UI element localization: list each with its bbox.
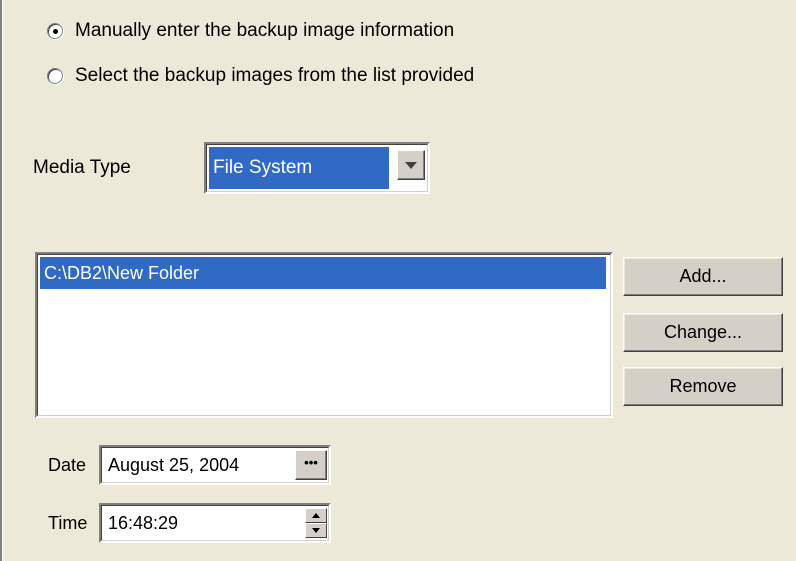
time-spinner[interactable] [305, 508, 327, 538]
time-field[interactable]: 16:48:29 [99, 503, 331, 543]
chevron-down-icon [405, 162, 417, 169]
arrow-down-icon [312, 528, 320, 533]
media-type-label: Media Type [33, 157, 131, 178]
date-picker-button[interactable]: ••• [295, 450, 327, 480]
spin-down-button[interactable] [305, 523, 327, 538]
backup-location-list-frame: C:\DB2\New Folder [37, 254, 611, 416]
spin-up-button[interactable] [305, 508, 327, 523]
radio-option-manual[interactable]: Manually enter the backup image informat… [47, 20, 454, 42]
time-value: 16:48:29 [108, 513, 179, 533]
add-button[interactable]: Add... [623, 257, 783, 296]
radio-option-list-label: Select the backup images from the list p… [75, 65, 475, 86]
radio-option-manual-label: Manually enter the backup image informat… [75, 20, 455, 41]
radio-selected-dot [53, 29, 58, 34]
media-type-selected-value: File System [209, 147, 389, 189]
time-label: Time [48, 513, 88, 533]
remove-button[interactable]: Remove [623, 367, 783, 406]
panel-left-border [0, 0, 3, 561]
date-field-frame: August 25, 2004 ••• [101, 447, 329, 483]
date-field[interactable]: August 25, 2004 ••• [99, 445, 331, 485]
time-field-frame: 16:48:29 [101, 505, 329, 541]
backup-location-list[interactable]: C:\DB2\New Folder [35, 252, 613, 418]
date-label: Date [48, 455, 87, 475]
radio-button-manual[interactable] [47, 23, 63, 39]
media-type-dropdown[interactable]: File System [204, 142, 430, 194]
dropdown-arrow-button[interactable] [397, 150, 425, 180]
date-value: August 25, 2004 [108, 455, 240, 475]
radio-option-list[interactable]: Select the backup images from the list p… [47, 65, 474, 87]
media-type-dropdown-frame: File System [206, 144, 428, 192]
ellipsis-icon: ••• [304, 455, 318, 470]
arrow-up-icon [312, 513, 320, 518]
change-button[interactable]: Change... [623, 313, 783, 352]
list-item[interactable]: C:\DB2\New Folder [40, 257, 606, 289]
radio-button-list[interactable] [47, 68, 63, 84]
